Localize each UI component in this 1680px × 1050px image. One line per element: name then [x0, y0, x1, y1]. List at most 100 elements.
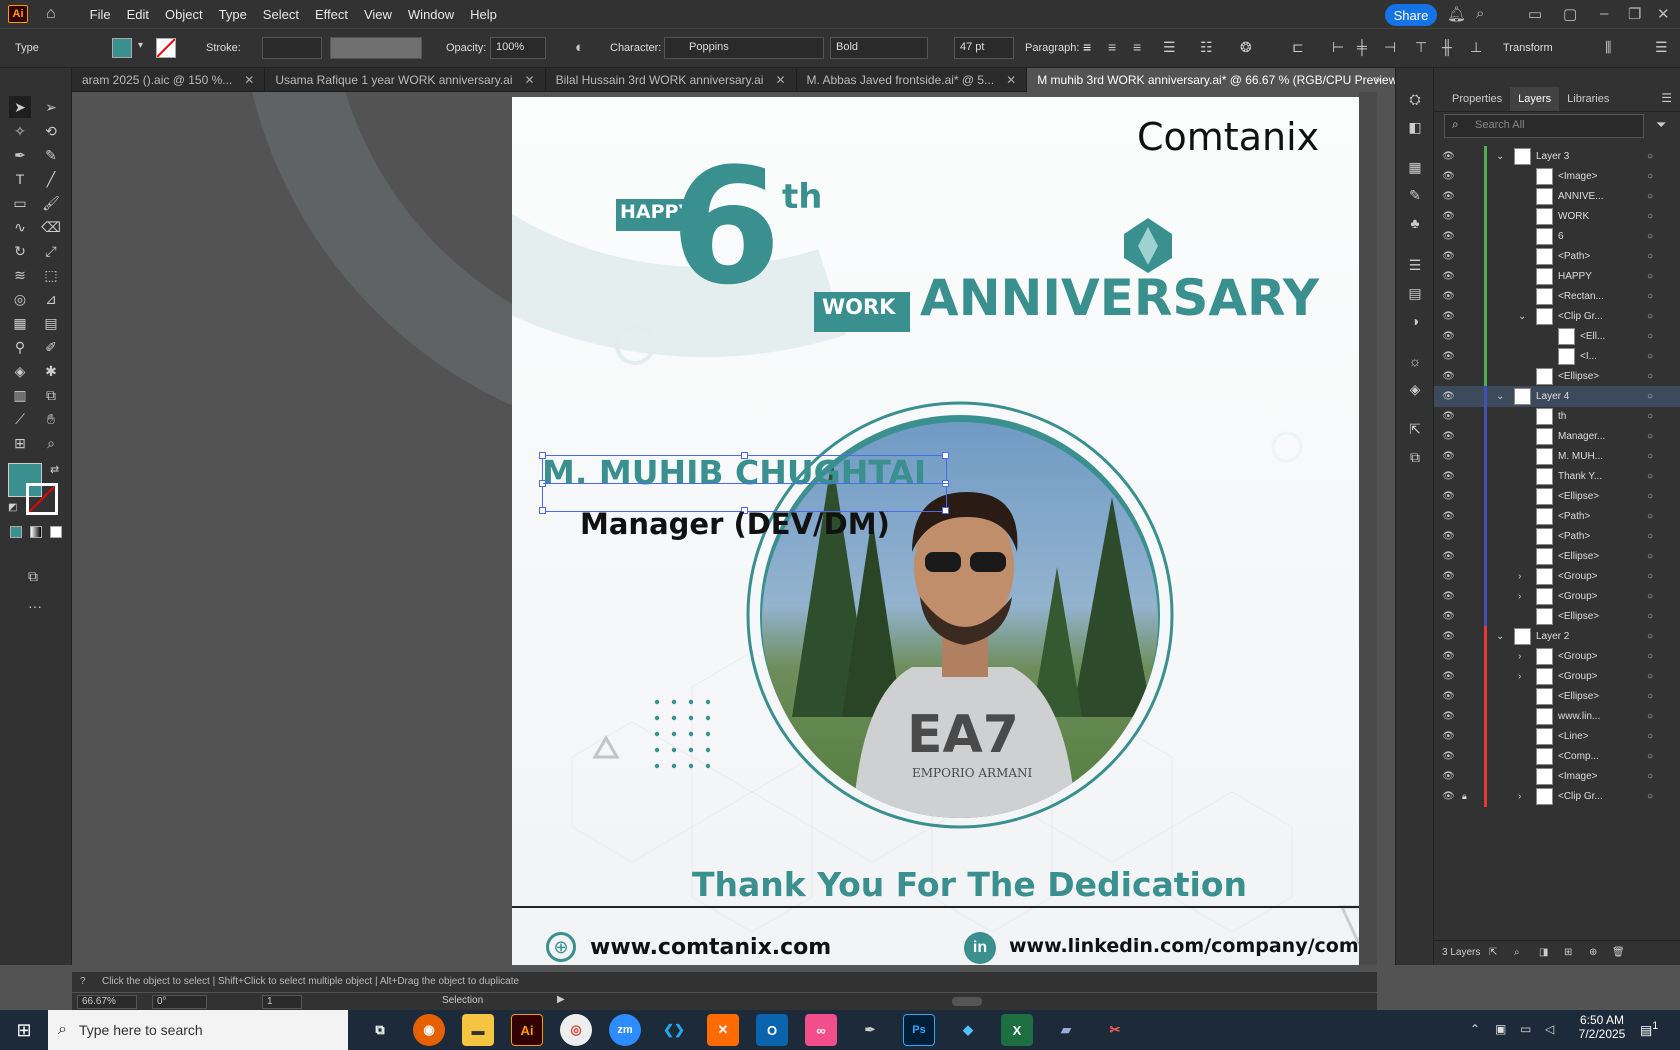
- clipping-mask-icon[interactable]: ◨: [1539, 947, 1548, 958]
- visibility-eye-icon[interactable]: 👁︎: [1442, 611, 1455, 622]
- vertical-align-bottom-icon[interactable]: ⊥: [1470, 39, 1482, 56]
- outlook-icon[interactable]: O: [756, 1014, 788, 1046]
- tabs-overflow-icon[interactable]: »: [1374, 72, 1381, 86]
- menu-item-select[interactable]: Select: [261, 7, 301, 22]
- vertical-align-top-icon[interactable]: ⊤: [1415, 39, 1427, 56]
- workspace-icon[interactable]: ▭: [1528, 5, 1542, 23]
- visibility-eye-icon[interactable]: 👁︎: [1442, 151, 1455, 162]
- bell-icon[interactable]: 🔔︎: [1447, 5, 1466, 23]
- print-tiling-icon[interactable]: ⊞: [9, 432, 31, 454]
- windows-start-icon[interactable]: ⊞: [0, 1010, 48, 1050]
- target-circle-icon[interactable]: ○: [1647, 351, 1653, 362]
- target-circle-icon[interactable]: ○: [1647, 571, 1653, 582]
- layers-search-input[interactable]: Search All: [1444, 114, 1644, 138]
- document-tab[interactable]: M. Abbas Javed frontside.ai* @ 5... ✕: [797, 67, 1028, 92]
- vertical-align-center-icon[interactable]: ╫: [1442, 39, 1452, 55]
- free-transform-icon[interactable]: ⬚: [40, 264, 62, 286]
- target-circle-icon[interactable]: ○: [1647, 771, 1653, 782]
- file-explorer-icon[interactable]: ▬: [462, 1014, 494, 1046]
- libraries-icon[interactable]: ◧: [1404, 116, 1426, 138]
- visibility-eye-icon[interactable]: 👁︎: [1442, 411, 1455, 422]
- layer-item-row[interactable]: 👁︎ M. MUH... ○: [1434, 446, 1680, 467]
- artboard-number-field[interactable]: 1: [262, 995, 302, 1009]
- minimize-icon[interactable]: –: [1600, 5, 1608, 22]
- layer-item-row[interactable]: 👁︎ 6 ○: [1434, 226, 1680, 247]
- layer-item-row[interactable]: 👁︎ <Ellipse> ○: [1434, 486, 1680, 507]
- target-circle-icon[interactable]: ○: [1647, 331, 1653, 342]
- visibility-eye-icon[interactable]: 👁︎: [1442, 571, 1455, 582]
- creative-cloud-icon[interactable]: ∞: [805, 1014, 837, 1046]
- visibility-eye-icon[interactable]: 👁︎: [1442, 531, 1455, 542]
- graph-tool-icon[interactable]: ▥: [9, 384, 31, 406]
- layer-item-row[interactable]: 👁︎ th ○: [1434, 406, 1680, 427]
- layer-item-row[interactable]: 👁︎ <Rectan... ○: [1434, 286, 1680, 307]
- expand-chevron-icon[interactable]: ›: [1518, 791, 1521, 802]
- target-circle-icon[interactable]: ○: [1647, 271, 1653, 282]
- magic-wand-icon[interactable]: ✧: [9, 120, 31, 142]
- network-icon[interactable]: ▭: [1520, 1022, 1531, 1036]
- taskbar-search[interactable]: ⌕ Type here to search: [48, 1010, 348, 1050]
- target-circle-icon[interactable]: ○: [1647, 691, 1653, 702]
- target-circle-icon[interactable]: ○: [1647, 211, 1653, 222]
- visibility-eye-icon[interactable]: 👁︎: [1442, 211, 1455, 222]
- align-left-icon[interactable]: ≡: [1083, 39, 1091, 55]
- tray-app-icon[interactable]: ▣: [1495, 1022, 1506, 1036]
- lasso-icon[interactable]: ⟲: [40, 120, 62, 142]
- help-icon[interactable]: ?: [80, 976, 86, 987]
- align-to-icon[interactable]: ⊏: [1292, 39, 1304, 56]
- eyedropper-icon[interactable]: ⚲: [9, 336, 31, 358]
- default-colors-icon[interactable]: ◩: [8, 502, 17, 513]
- zoom-app-icon[interactable]: zm: [609, 1014, 641, 1046]
- document-tab[interactable]: Bilal Hussain 3rd WORK anniversary.ai ✕: [546, 67, 797, 92]
- visibility-eye-icon[interactable]: 👁︎: [1442, 771, 1455, 782]
- direct-selection-tool-icon[interactable]: ➢: [40, 96, 62, 118]
- menu-item-effect[interactable]: Effect: [313, 7, 350, 22]
- selection-bounding-box[interactable]: [539, 452, 949, 514]
- chevron-down-icon[interactable]: ▾: [138, 40, 143, 51]
- shape-builder-icon[interactable]: ◎: [9, 288, 31, 310]
- target-circle-icon[interactable]: ○: [1647, 191, 1653, 202]
- layer-item-row[interactable]: 👁︎ ⌄ <Clip Gr... ○: [1434, 306, 1680, 327]
- collapse-chevron-icon[interactable]: ⌄: [1496, 391, 1504, 402]
- visibility-eye-icon[interactable]: 👁︎: [1442, 511, 1455, 522]
- gradient-mode-icon[interactable]: [30, 526, 42, 538]
- target-circle-icon[interactable]: ○: [1647, 731, 1653, 742]
- search-icon[interactable]: ⌕: [1476, 5, 1484, 22]
- visibility-eye-icon[interactable]: 👁︎: [1442, 431, 1455, 442]
- canvas[interactable]: EA7 EMPORIO ARMANI Comtanix HAPPY 6 th W…: [72, 92, 1377, 965]
- visibility-eye-icon[interactable]: 👁︎: [1442, 731, 1455, 742]
- target-circle-icon[interactable]: ○: [1647, 551, 1653, 562]
- artboard-tool-icon[interactable]: ⧉: [40, 384, 62, 406]
- visibility-eye-icon[interactable]: 👁︎: [1442, 171, 1455, 182]
- close-tab-icon[interactable]: ✕: [1006, 73, 1016, 87]
- menu-item-type[interactable]: Type: [217, 7, 249, 22]
- layer-item-row[interactable]: 👁︎ <Path> ○: [1434, 246, 1680, 267]
- symbol-sprayer-icon[interactable]: ✱: [40, 360, 62, 382]
- horizontal-align-left-icon[interactable]: ⊢: [1332, 39, 1344, 56]
- menu-item-window[interactable]: Window: [406, 7, 456, 22]
- numbering-icon[interactable]: ☷: [1200, 39, 1213, 56]
- layer-row[interactable]: 👁︎ ⌄ Layer 3 ○: [1434, 146, 1680, 167]
- layer-item-row[interactable]: 👁︎ <Line> ○: [1434, 726, 1680, 747]
- menu-item-file[interactable]: File: [88, 7, 113, 22]
- layer-item-row[interactable]: 👁︎ <Path> ○: [1434, 506, 1680, 527]
- visibility-eye-icon[interactable]: 👁︎: [1442, 671, 1455, 682]
- layer-item-row[interactable]: 👁︎ <Ellipse> ○: [1434, 546, 1680, 567]
- target-circle-icon[interactable]: ○: [1647, 651, 1653, 662]
- expand-chevron-icon[interactable]: ›: [1518, 591, 1521, 602]
- horizontal-scrollbar[interactable]: [952, 997, 982, 1006]
- target-circle-icon[interactable]: ○: [1647, 751, 1653, 762]
- photoshop-icon[interactable]: Ps: [903, 1014, 935, 1046]
- app-diamond-icon[interactable]: ◆: [952, 1014, 984, 1046]
- glyphs-icon[interactable]: ❂: [1240, 39, 1252, 56]
- isolate-icon[interactable]: ⫼: [1605, 39, 1611, 56]
- menu-item-object[interactable]: Object: [163, 7, 205, 22]
- pen-app-icon[interactable]: ✒: [854, 1014, 886, 1046]
- lock-icon[interactable]: 🔒︎: [1462, 791, 1467, 802]
- paintbrush-icon[interactable]: 🖌︎: [40, 192, 62, 214]
- arrange-icon[interactable]: ▢: [1563, 5, 1577, 23]
- stroke-swatch[interactable]: [156, 38, 176, 58]
- layer-item-row[interactable]: 👁︎ <Ellipse> ○: [1434, 606, 1680, 627]
- stroke-panel-icon[interactable]: ☰: [1404, 254, 1426, 276]
- panel-menu-icon[interactable]: ☰: [1661, 91, 1672, 111]
